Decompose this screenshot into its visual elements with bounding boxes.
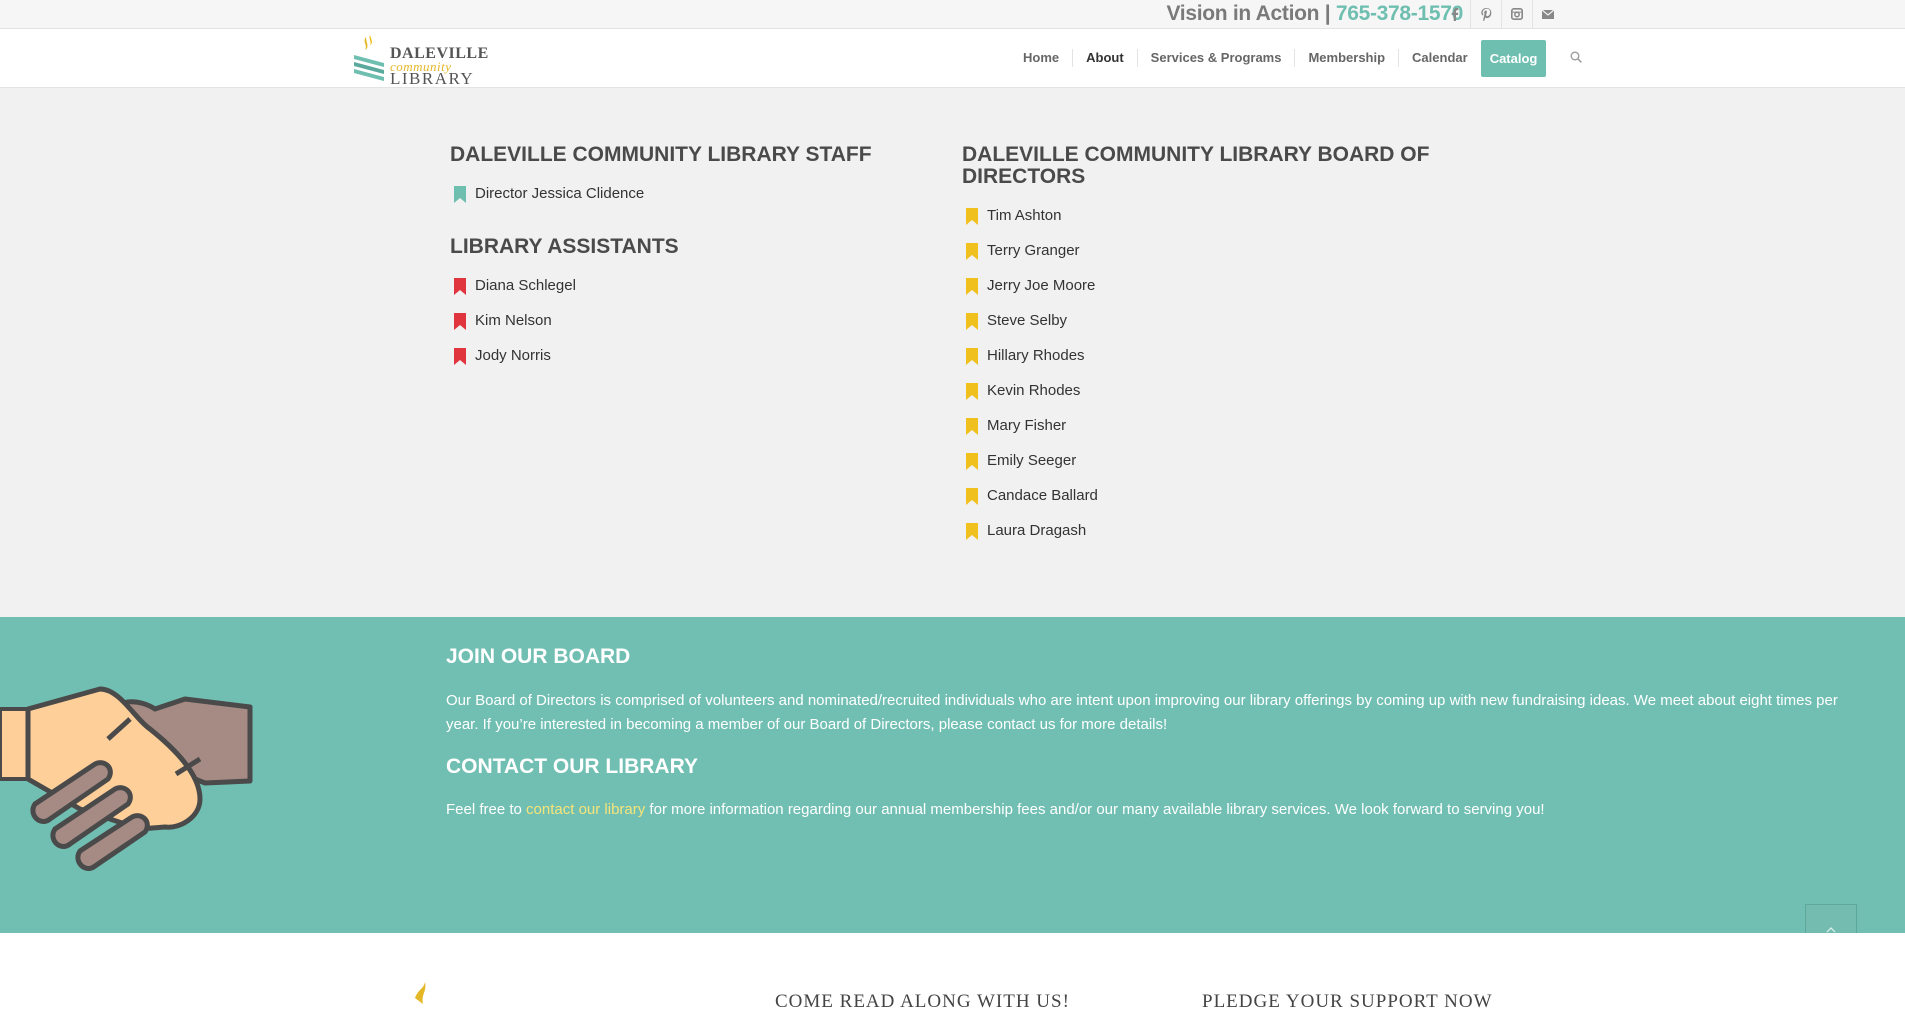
join-heading: JOIN OUR BOARD bbox=[446, 645, 631, 668]
board-heading: DALEVILLE COMMUNITY LIBRARY BOARD OF DIR… bbox=[962, 143, 1430, 188]
nav-home[interactable]: Home bbox=[1010, 49, 1072, 67]
list-item: Jerry Joe Moore bbox=[962, 277, 1452, 312]
bookmark-icon bbox=[966, 313, 978, 330]
contact-suffix: for more information regarding our annua… bbox=[645, 801, 1545, 818]
tagline: Vision in Action | bbox=[1166, 2, 1336, 25]
list-item: Kim Nelson bbox=[450, 312, 920, 347]
nav-about[interactable]: About bbox=[1072, 49, 1137, 67]
bookmark-icon bbox=[966, 488, 978, 505]
mail-icon[interactable] bbox=[1532, 0, 1563, 28]
board-member-name: Candace Ballard bbox=[987, 487, 1098, 504]
footer: COME READ ALONG WITH US! PLEDGE YOUR SUP… bbox=[0, 933, 1905, 1012]
board-member-name: Terry Granger bbox=[987, 242, 1080, 259]
board-list: Tim Ashton Terry Granger Jerry Joe Moore… bbox=[962, 207, 1452, 557]
contact-library-link[interactable]: contact our library bbox=[526, 801, 645, 818]
nav-services-programs[interactable]: Services & Programs bbox=[1136, 49, 1295, 67]
library-logo[interactable]: DALEVILLE community LIBRARY bbox=[350, 33, 488, 88]
nav-membership[interactable]: Membership bbox=[1294, 49, 1398, 67]
assistant-name: Kim Nelson bbox=[475, 312, 552, 329]
top-bar: Vision in Action | 765-378-1570 bbox=[0, 0, 1905, 29]
bookmark-icon bbox=[966, 348, 978, 365]
footer-pledge-title: PLEDGE YOUR SUPPORT NOW bbox=[1202, 991, 1493, 1012]
bookmark-icon bbox=[454, 348, 466, 365]
tagline-phone: Vision in Action | 765-378-1570 bbox=[1166, 0, 1463, 28]
board-member-name: Kevin Rhodes bbox=[987, 382, 1081, 399]
list-item: Kevin Rhodes bbox=[962, 382, 1452, 417]
logo-line-3: LIBRARY bbox=[390, 69, 475, 88]
board-member-name: Emily Seeger bbox=[987, 452, 1077, 469]
bookmark-icon bbox=[966, 383, 978, 400]
list-item: Emily Seeger bbox=[962, 452, 1452, 487]
staff-column: DALEVILLE COMMUNITY LIBRARY STAFF Direct… bbox=[450, 144, 920, 382]
pinterest-icon[interactable] bbox=[1470, 0, 1501, 28]
assistant-name: Jody Norris bbox=[475, 347, 551, 364]
board-member-name: Steve Selby bbox=[987, 312, 1068, 329]
list-item: Jody Norris bbox=[450, 347, 920, 382]
list-item: Diana Schlegel bbox=[450, 277, 920, 312]
assistant-name: Diana Schlegel bbox=[475, 277, 576, 294]
list-item: Laura Dragash bbox=[962, 522, 1452, 557]
list-item: Hillary Rhodes bbox=[962, 347, 1452, 382]
assistants-heading: LIBRARY ASSISTANTS bbox=[450, 235, 679, 258]
bookmark-icon bbox=[454, 278, 466, 295]
list-item: Terry Granger bbox=[962, 242, 1452, 277]
list-item: Steve Selby bbox=[962, 312, 1452, 347]
bookmark-icon bbox=[966, 453, 978, 470]
join-text: Our Board of Directors is comprised of v… bbox=[446, 692, 1838, 733]
facebook-icon[interactable] bbox=[1440, 0, 1470, 28]
list-item: Candace Ballard bbox=[962, 487, 1452, 522]
director-name: Director Jessica Clidence bbox=[475, 185, 645, 202]
assistants-list: Diana Schlegel Kim Nelson Jody Norris bbox=[450, 277, 920, 382]
list-item: Tim Ashton bbox=[962, 207, 1452, 242]
catalog-button[interactable]: Catalog bbox=[1480, 39, 1547, 77]
footer-read-along-title: COME READ ALONG WITH US! bbox=[775, 991, 1070, 1012]
staff-list: Director Jessica Clidence bbox=[450, 185, 920, 220]
instagram-icon[interactable] bbox=[1501, 0, 1532, 28]
board-member-name: Tim Ashton bbox=[987, 207, 1062, 224]
join-board-section: JOIN OUR BOARD Our Board of Directors is… bbox=[0, 617, 1905, 933]
bookmark-icon bbox=[966, 208, 978, 225]
board-member-name: Mary Fisher bbox=[987, 417, 1067, 434]
bookmark-icon bbox=[454, 186, 466, 203]
contact-prefix: Feel free to bbox=[446, 801, 527, 818]
main-nav: Home About Services & Programs Membershi… bbox=[1010, 29, 1583, 87]
contact-heading: CONTACT OUR LIBRARY bbox=[446, 755, 698, 778]
board-column: DALEVILLE COMMUNITY LIBRARY BOARD OF DIR… bbox=[962, 144, 1452, 557]
list-item: Mary Fisher bbox=[962, 417, 1452, 452]
main-header: DALEVILLE community LIBRARY Home About S… bbox=[0, 29, 1905, 88]
board-member-name: Jerry Joe Moore bbox=[987, 277, 1096, 294]
list-item: Director Jessica Clidence bbox=[450, 185, 920, 220]
social-links bbox=[1440, 0, 1563, 28]
logo-icon bbox=[354, 35, 384, 81]
contact-text: Feel free to contact our library for mor… bbox=[446, 798, 1846, 822]
bookmark-icon bbox=[966, 278, 978, 295]
bookmark-icon bbox=[454, 313, 466, 330]
nav-calendar[interactable]: Calendar bbox=[1398, 49, 1481, 67]
board-member-name: Hillary Rhodes bbox=[987, 347, 1085, 364]
handshake-icon bbox=[0, 679, 260, 879]
bookmark-icon bbox=[966, 243, 978, 260]
staff-section: DALEVILLE COMMUNITY LIBRARY STAFF Direct… bbox=[0, 88, 1905, 617]
bookmark-icon bbox=[966, 418, 978, 435]
staff-heading: DALEVILLE COMMUNITY LIBRARY STAFF bbox=[450, 143, 872, 166]
search-icon[interactable] bbox=[1570, 50, 1583, 66]
board-member-name: Laura Dragash bbox=[987, 522, 1087, 539]
bookmark-icon bbox=[966, 523, 978, 540]
